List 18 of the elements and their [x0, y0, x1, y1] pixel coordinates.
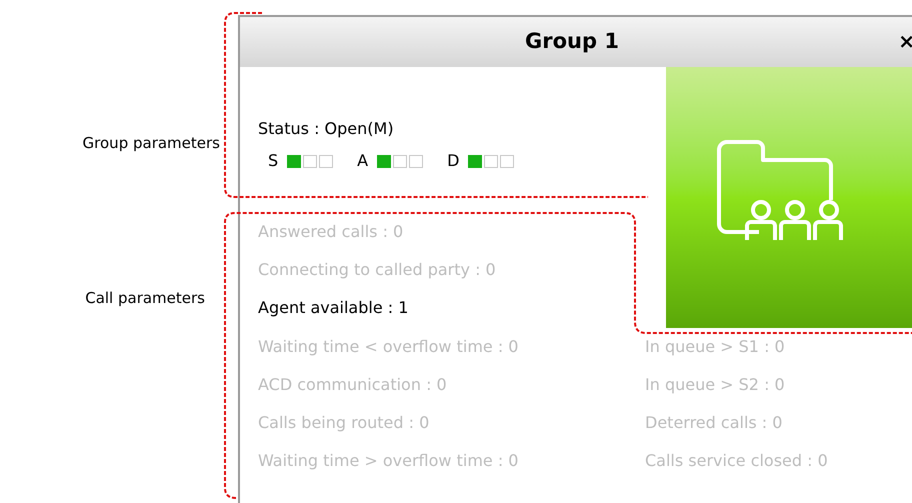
indicator-letter: S	[268, 151, 278, 171]
annotation-label: Group parameters	[82, 133, 220, 153]
status-text: Status : Open(M)	[258, 118, 395, 140]
call-statistic: Calls being routed : 0	[258, 412, 430, 434]
call-statistic: Answered calls : 0	[258, 221, 404, 243]
call-statistic: ACD communication : 0	[258, 374, 447, 396]
call-statistic: In queue > S1 : 0	[645, 336, 785, 358]
indicator-letter: A	[357, 151, 368, 171]
call-statistic: Waiting time > overflow time : 0	[258, 450, 518, 472]
call-statistic: Agent available : 1	[258, 297, 408, 319]
call-statistic: Calls service closed : 0	[645, 450, 828, 472]
annotation-label: Call parameters	[85, 288, 205, 308]
call-statistic: Deterred calls : 0	[645, 412, 782, 434]
call-statistic: Waiting time < overflow time : 0	[258, 336, 518, 358]
window-title: Group 1	[525, 28, 619, 56]
call-statistic: Connecting to called party : 0	[258, 259, 496, 281]
call-statistic: In queue > S2 : 0	[645, 374, 785, 396]
indicator-letter: D	[447, 151, 460, 171]
